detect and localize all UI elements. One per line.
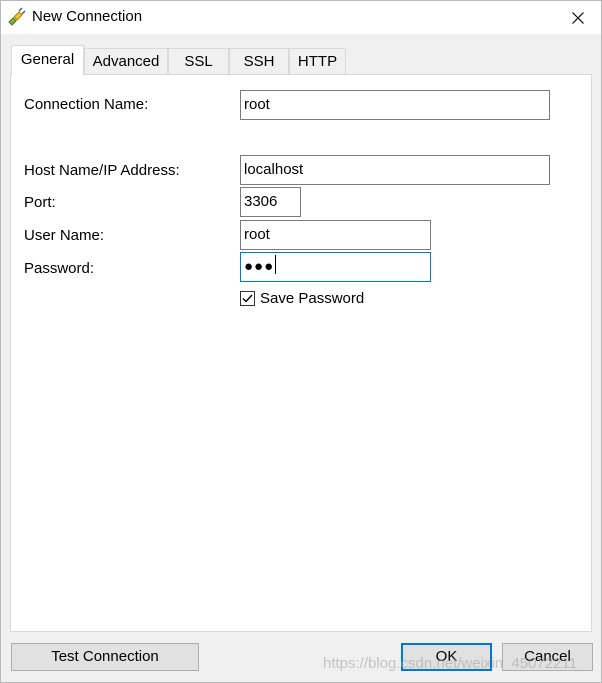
general-panel: Connection Name: root Host Name/IP Addre… (10, 74, 592, 632)
close-icon (572, 11, 584, 24)
save-password-checkbox[interactable] (240, 291, 255, 306)
password-mask: ●●● (244, 258, 275, 275)
password-label: Password: (24, 260, 95, 277)
ok-button[interactable]: OK (401, 643, 492, 671)
test-connection-button[interactable]: Test Connection (11, 643, 199, 671)
connection-icon (8, 7, 26, 26)
user-name-label: User Name: (24, 227, 105, 244)
tab-http[interactable]: HTTP (289, 48, 346, 74)
close-button[interactable] (555, 1, 601, 34)
user-name-field[interactable]: root (240, 220, 431, 250)
connection-name-field[interactable]: root (240, 90, 550, 120)
host-label: Host Name/IP Address: (24, 162, 180, 179)
cancel-button[interactable]: Cancel (502, 643, 593, 671)
save-password-label[interactable]: Save Password (260, 290, 364, 307)
tab-ssl[interactable]: SSL (168, 48, 229, 74)
host-field[interactable]: localhost (240, 155, 550, 185)
dialog-title: New Connection (32, 8, 143, 25)
tab-ssh[interactable]: SSH (229, 48, 289, 74)
port-label: Port: (24, 194, 56, 211)
tab-advanced[interactable]: Advanced (84, 48, 168, 74)
title-bar[interactable]: New Connection (1, 1, 601, 34)
new-connection-dialog: New Connection General Advanced SSL SSH … (0, 0, 602, 683)
checkmark-icon (242, 294, 253, 303)
password-field[interactable]: ●●● (240, 252, 431, 282)
tab-general[interactable]: General (11, 45, 84, 75)
port-field[interactable]: 3306 (240, 187, 301, 217)
connection-name-label: Connection Name: (24, 96, 149, 113)
text-caret (275, 255, 277, 274)
